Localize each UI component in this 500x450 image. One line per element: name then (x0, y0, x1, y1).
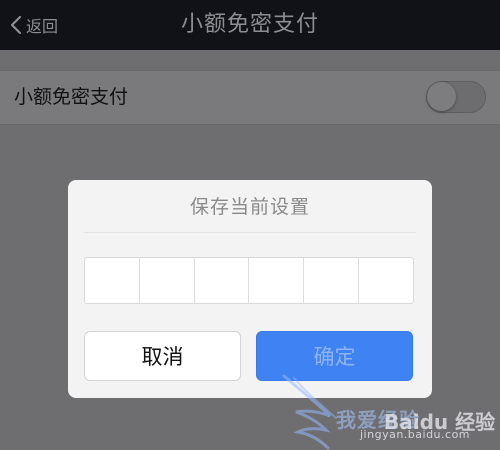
watermark-url-text: jingyan.baidu.com (360, 428, 471, 441)
dialog-title: 保存当前设置 (189, 196, 310, 218)
toggle-knob (427, 82, 456, 111)
settings-row-small-amount-pay: 小额免密支付 (0, 70, 500, 125)
pin-digit-cell[interactable] (195, 258, 250, 303)
pin-digit-cell[interactable] (140, 258, 195, 303)
save-settings-dialog: 保存当前设置 取消 确定 (68, 180, 432, 398)
settings-row-label: 小额免密支付 (14, 86, 129, 108)
page-title: 小额免密支付 (180, 12, 319, 37)
pin-digit-cell[interactable] (85, 258, 140, 303)
small-amount-pay-toggle[interactable] (426, 81, 486, 113)
pin-input[interactable] (84, 257, 414, 304)
cancel-button[interactable]: 取消 (84, 331, 241, 381)
baidu-jingyan-watermark: 我爱经验 Baidu 经验 jingyan.baidu.com (280, 372, 500, 450)
pin-digit-cell[interactable] (359, 258, 413, 303)
pin-digit-cell[interactable] (249, 258, 305, 303)
dialog-divider (84, 232, 416, 233)
navigation-bar: 返回 小额免密支付 (0, 0, 500, 50)
pin-digit-cell[interactable] (304, 258, 360, 303)
